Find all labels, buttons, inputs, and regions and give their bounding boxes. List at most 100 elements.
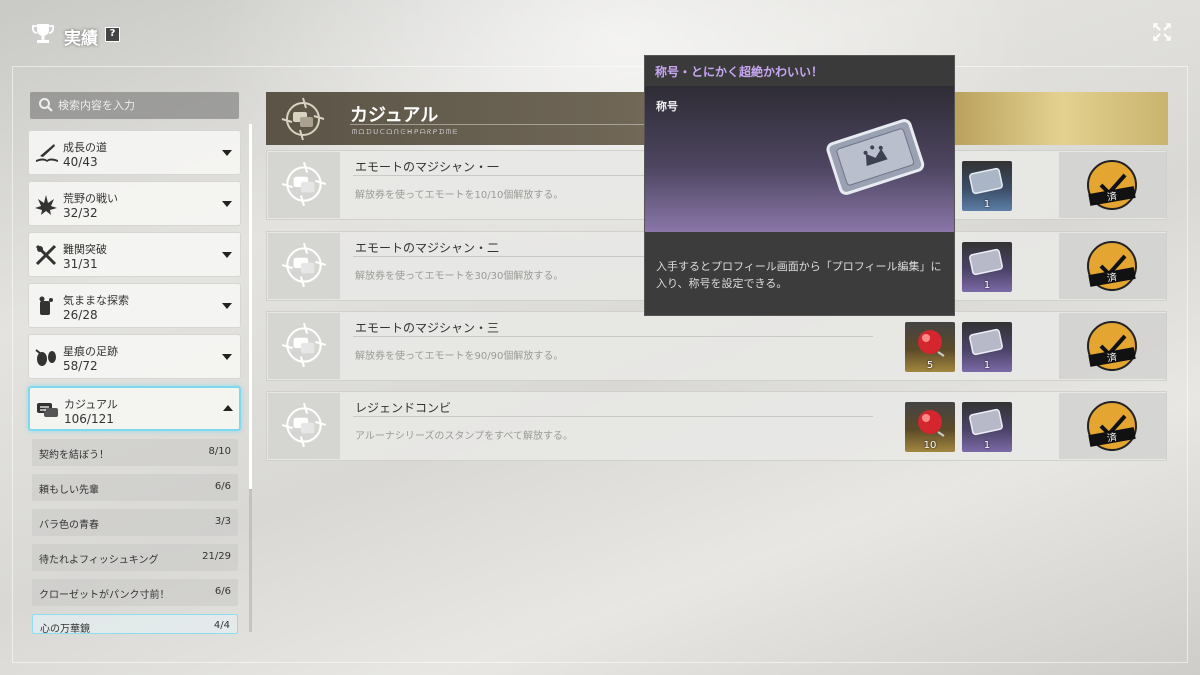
achievement-desc: 解放券を使ってエモートを10/10個解放する。: [355, 190, 564, 201]
ticket-icon: [969, 328, 1003, 356]
chevron-down-icon: [222, 303, 232, 309]
chat-bubble-icon: [37, 403, 58, 417]
trophy-icon: [32, 24, 54, 43]
category-wasteland[interactable]: 荒野の戦い 32/32: [28, 181, 241, 226]
casual-emblem-icon: [281, 402, 327, 448]
category-name: 星痕の足跡: [63, 345, 118, 358]
reward-ticket[interactable]: 1: [962, 322, 1012, 372]
casual-emblem-icon: [281, 161, 327, 207]
reward-ticket[interactable]: 1: [962, 161, 1012, 211]
tooltip-image: 称号: [645, 86, 954, 232]
achievement-desc: 解放券を使ってエモートを30/30個解放する。: [355, 271, 564, 282]
scrollbar-thumb[interactable]: [249, 124, 252, 489]
subcategory-item[interactable]: バラ色の青春 3/3: [32, 509, 238, 536]
category-growth[interactable]: 成長の道 40/43: [28, 130, 241, 175]
reward-ticket[interactable]: 1: [962, 402, 1012, 452]
completed-seal-icon: 済: [1087, 401, 1137, 451]
achievement-row[interactable]: エモートのマジシャン・三 解放券を使ってエモートを90/90個解放する。 5 1…: [266, 311, 1167, 381]
chevron-up-icon: [223, 405, 233, 411]
help-button[interactable]: ?: [105, 27, 120, 42]
achievement-emblem: [268, 393, 340, 459]
completed-stamp: 済: [1059, 152, 1166, 218]
achievement-emblem: [268, 233, 340, 299]
search-icon: [39, 98, 53, 112]
red-gem-icon: [918, 410, 945, 437]
subcategory-item[interactable]: 頼もしい先輩 6/6: [32, 474, 238, 501]
row-divider: [353, 336, 873, 337]
subcategory-count: 6/6: [214, 481, 231, 492]
category-footprint[interactable]: 星痕の足跡 58/72: [28, 334, 241, 379]
chevron-down-icon: [222, 150, 232, 156]
achievement-name: エモートのマジシャン・一: [355, 160, 500, 174]
footprint-icon: [35, 349, 56, 366]
red-gem-icon: [918, 330, 945, 357]
subcategory-name: 頼もしい先輩: [39, 485, 99, 496]
reward-ticket[interactable]: 1: [962, 242, 1012, 292]
completed-stamp: 済: [1059, 393, 1166, 459]
row-divider: [353, 416, 873, 417]
chevron-down-icon: [222, 354, 232, 360]
reward-qty: 1: [983, 440, 991, 451]
achievement-name: エモートのマジシャン・二: [355, 241, 500, 255]
subcategory-item[interactable]: 待たれよフィッシュキング 21/29: [32, 544, 238, 571]
ticket-icon: [969, 248, 1003, 276]
subcategory-item-selected[interactable]: 心の万華鏡 4/4: [32, 614, 238, 635]
search-box[interactable]: [30, 92, 239, 119]
category-casual[interactable]: カジュアル 106/121: [28, 386, 241, 431]
sidebar-scrollbar[interactable]: [249, 124, 252, 632]
subcategory-name: クローゼットがパンク寸前！: [39, 590, 170, 601]
completed-stamp: 済: [1059, 313, 1166, 379]
reward-qty: 1: [983, 280, 991, 291]
category-explore[interactable]: 気ままな探索 26/28: [28, 283, 241, 328]
close-icon[interactable]: [1152, 22, 1172, 42]
subcategory-name: バラ色の青春: [39, 520, 99, 531]
book-quill-icon: [36, 144, 58, 162]
reward-gem[interactable]: 10: [905, 402, 955, 452]
tooltip-title: 称号・とにかく超絶かわいい！: [645, 56, 954, 86]
subcategory-count: 3/3: [214, 516, 231, 527]
completed-seal-icon: 済: [1087, 160, 1137, 210]
category-name: 気ままな探索: [63, 294, 129, 307]
achievement-desc: 解放券を使ってエモートを90/90個解放する。: [355, 351, 564, 362]
category-name: 難関突破: [63, 243, 107, 256]
explore-icon: [39, 296, 53, 315]
casual-emblem-icon: [281, 242, 327, 288]
achievement-emblem: [268, 313, 340, 379]
subcategory-count: 6/6: [214, 586, 231, 597]
reward-gem[interactable]: 5: [905, 322, 955, 372]
top-bar: 実績 ?: [0, 0, 1200, 66]
achievement-name: エモートのマジシャン・三: [355, 321, 500, 335]
wasteland-battle-icon: [35, 195, 57, 215]
casual-emblem-icon: [281, 97, 325, 141]
subcategory-name: 待たれよフィッシュキング: [39, 555, 159, 566]
completed-seal-icon: 済: [1087, 321, 1137, 371]
subcategory-name: 契約を結ぼう！: [39, 450, 109, 461]
casual-emblem-icon: [281, 322, 327, 368]
category-breakthrough[interactable]: 難関突破 31/31: [28, 232, 241, 277]
header-divider: [350, 124, 645, 125]
category-count: 58/72: [63, 359, 98, 373]
achievement-row[interactable]: レジェンドコンビ アルーナシリーズのスタンプをすべて解放する。 10 1 済: [266, 391, 1167, 461]
reward-qty: 1: [983, 360, 991, 371]
tooltip-description: 入手するとプロフィール画面から「プロフィール編集」に入り、称号を設定できる。: [645, 232, 954, 315]
reward-qty: 1: [983, 199, 991, 210]
reward-qty: 5: [926, 360, 934, 371]
category-count: 40/43: [63, 155, 98, 169]
category-name: 荒野の戦い: [63, 192, 118, 205]
subcategory-count: 4/4: [213, 620, 230, 631]
chevron-down-icon: [222, 201, 232, 207]
completed-stamp: 済: [1059, 233, 1166, 299]
category-subtitle: ᗰᗝᗪᑌᑕᗝᑎᕮᕼᑭᗩᖇᑭᗪᗰᗴ: [352, 128, 459, 136]
title-ticket-icon: [826, 118, 925, 195]
search-input[interactable]: [58, 96, 233, 115]
completed-seal-icon: 済: [1087, 241, 1137, 291]
category-name: カジュアル: [64, 398, 118, 411]
subcategory-item[interactable]: 契約を結ぼう！ 8/10: [32, 439, 238, 466]
page-title: 実績: [64, 29, 98, 49]
header-gold-strip: [955, 92, 1168, 145]
ticket-icon: [969, 408, 1003, 436]
subcategory-item[interactable]: クローゼットがパンク寸前！ 6/6: [32, 579, 238, 606]
ticket-icon: [969, 167, 1003, 195]
category-count: 26/28: [63, 308, 98, 322]
achievement-name: レジェンドコンビ: [355, 401, 452, 415]
